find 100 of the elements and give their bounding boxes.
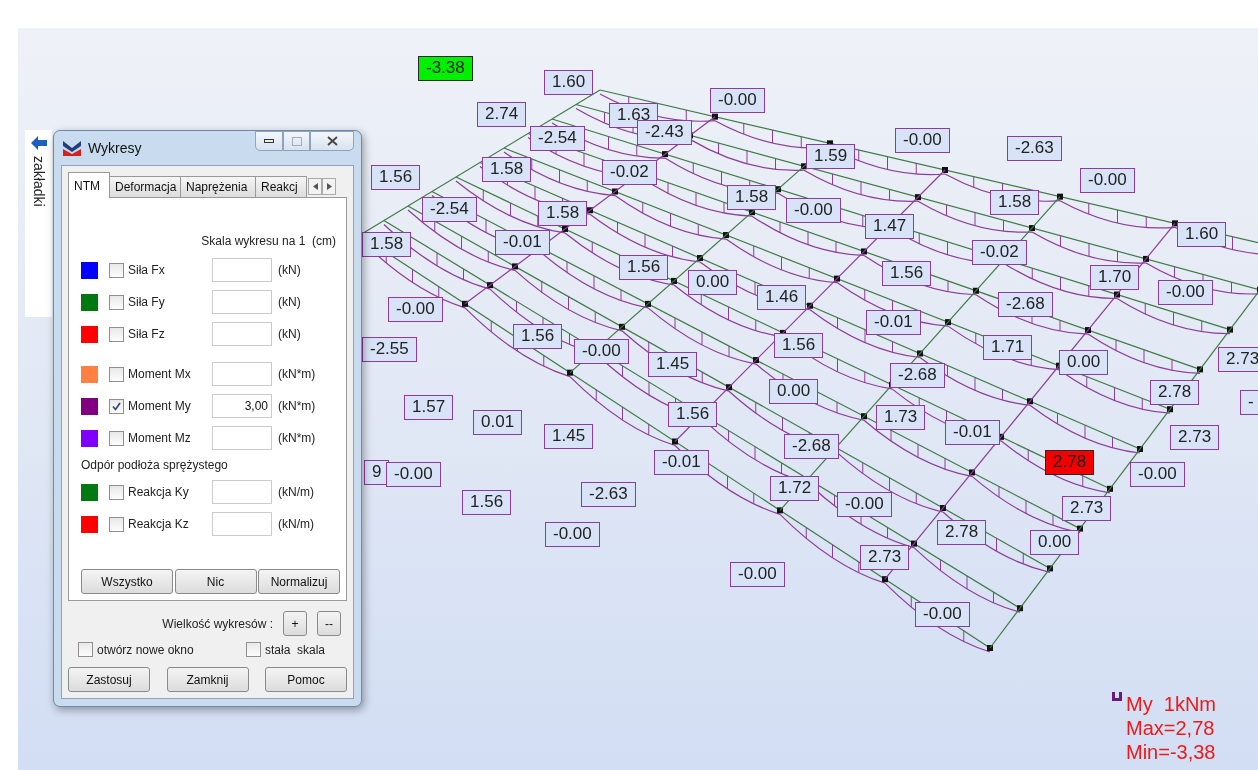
value-label: -0.01 bbox=[866, 310, 921, 335]
action-button[interactable]: Normalizuj bbox=[258, 569, 340, 594]
value-label: 2.78 bbox=[1045, 450, 1095, 475]
value-label: -0.00 bbox=[730, 562, 785, 587]
arrow-right-icon bbox=[326, 183, 332, 190]
value-label: -2.63 bbox=[581, 482, 636, 507]
scroll-right-button[interactable] bbox=[322, 178, 336, 195]
checkbox[interactable] bbox=[109, 430, 124, 446]
action-button[interactable]: Nic bbox=[174, 569, 257, 594]
value-label: -2.63 bbox=[1007, 136, 1062, 161]
scale-caption: Skala wykresu na 1 (cm) bbox=[201, 234, 336, 248]
value-label: -0.00 bbox=[786, 198, 841, 223]
checkbox[interactable] bbox=[245, 642, 261, 657]
value-label: 1.56 bbox=[462, 490, 512, 515]
value-label: -2.68 bbox=[998, 292, 1053, 317]
value-label: -0.00 bbox=[837, 492, 892, 517]
close-button[interactable] bbox=[310, 131, 354, 151]
value-label: 0.00 bbox=[688, 270, 738, 295]
checkbox-label: Moment My bbox=[128, 399, 192, 413]
checkbox[interactable] bbox=[109, 366, 124, 382]
value-label: -2.68 bbox=[890, 363, 945, 388]
unit-label: (kN) bbox=[278, 295, 301, 309]
dialog-button[interactable]: Zamknij bbox=[166, 667, 249, 692]
size-label: Wielkość wykresów : bbox=[162, 616, 273, 631]
checkbox[interactable] bbox=[109, 484, 124, 500]
checkbox[interactable] bbox=[78, 642, 93, 657]
checkbox[interactable] bbox=[109, 398, 124, 414]
value-label: -0.01 bbox=[945, 420, 1000, 445]
scale-input[interactable] bbox=[212, 322, 272, 346]
checkbox-label: Reakcja Kz bbox=[128, 517, 190, 531]
window-title: Wykresy bbox=[88, 140, 143, 156]
unit-label: (kN*m) bbox=[278, 367, 316, 381]
value-label: 0.00 bbox=[1030, 530, 1080, 555]
value-label: -0.00 bbox=[1158, 280, 1213, 305]
value-label: -2.68 bbox=[784, 434, 839, 459]
value-label: 1.56 bbox=[513, 324, 563, 349]
scale-input[interactable] bbox=[212, 362, 272, 386]
dialog-button[interactable]: Zastosuj bbox=[68, 667, 150, 692]
minimize-button[interactable] bbox=[255, 131, 283, 151]
checkbox[interactable] bbox=[109, 262, 124, 278]
value-label: -0.01 bbox=[654, 450, 709, 475]
side-tab[interactable]: zakładki bbox=[25, 130, 52, 317]
value-label: 1.58 bbox=[990, 190, 1040, 215]
value-label: -0.00 bbox=[386, 462, 441, 487]
value-label: 1.58 bbox=[482, 157, 532, 182]
value-label: 1.56 bbox=[371, 165, 421, 190]
scale-input[interactable]: 3,00 bbox=[212, 394, 272, 418]
value-label: -0.00 bbox=[574, 339, 629, 364]
value-label: 1.57 bbox=[404, 395, 454, 420]
size-button[interactable]: -- bbox=[317, 611, 341, 636]
checkbox-label: otwórz nowe okno bbox=[97, 642, 194, 657]
value-label: 1.58 bbox=[727, 185, 777, 210]
value-label: -0.00 bbox=[1080, 168, 1135, 193]
checkbox-label: stała skala bbox=[264, 642, 325, 657]
value-label: 0.01 bbox=[473, 410, 523, 435]
value-label: -0.00 bbox=[1130, 462, 1185, 487]
value-label: -0.00 bbox=[710, 88, 765, 113]
arrow-left-icon bbox=[312, 183, 318, 190]
value-label: 2.78 bbox=[937, 520, 987, 545]
value-label: 1.58 bbox=[362, 232, 412, 257]
tab[interactable]: NTM bbox=[68, 172, 110, 198]
value-label: 1.70 bbox=[1090, 265, 1140, 290]
checkbox[interactable] bbox=[109, 294, 124, 310]
value-label: -3.38 bbox=[418, 56, 473, 81]
checkbox[interactable] bbox=[109, 326, 124, 342]
scroll-left-button[interactable] bbox=[308, 178, 322, 195]
value-label: 1.45 bbox=[544, 424, 594, 449]
scale-input[interactable] bbox=[212, 290, 272, 314]
value-label: -2.54 bbox=[422, 197, 477, 222]
value-label: 1.56 bbox=[882, 261, 932, 286]
value-label: 0.00 bbox=[1059, 350, 1109, 375]
value-label: 2.78 bbox=[1150, 380, 1200, 405]
value-label: 2.73 bbox=[1218, 347, 1258, 372]
value-label: 1.56 bbox=[774, 333, 824, 358]
scale-input[interactable] bbox=[212, 480, 272, 504]
value-label: 2.73 bbox=[860, 545, 910, 570]
tab[interactable]: Reakcj bbox=[255, 176, 307, 198]
action-button[interactable]: Wszystko bbox=[81, 569, 173, 594]
legend-title: My 1kNm bbox=[1126, 692, 1216, 716]
tab[interactable]: Deformacja bbox=[109, 176, 181, 198]
scale-input[interactable] bbox=[212, 426, 272, 450]
scale-input[interactable] bbox=[212, 258, 272, 282]
value-label: 2.73 bbox=[1062, 496, 1112, 521]
value-label: 1.60 bbox=[1177, 222, 1227, 247]
maximize-icon bbox=[291, 136, 302, 146]
unit-label: (kN*m) bbox=[278, 399, 316, 413]
scale-input[interactable] bbox=[212, 512, 272, 536]
unit-label: (kN/m) bbox=[278, 485, 314, 499]
size-button[interactable]: + bbox=[283, 611, 307, 636]
checkbox-label: Moment Mz bbox=[128, 431, 192, 445]
dialog-button[interactable]: Pomoc bbox=[265, 667, 347, 692]
value-label: 1.47 bbox=[865, 214, 915, 239]
unit-label: (kN/m) bbox=[278, 517, 314, 531]
checkbox-label: Reakcja Ky bbox=[128, 485, 190, 499]
tab[interactable]: Naprężenia bbox=[180, 176, 256, 198]
checkbox[interactable] bbox=[109, 516, 124, 532]
value-label: 1.60 bbox=[544, 70, 594, 95]
value-label: 1.71 bbox=[983, 335, 1033, 360]
close-icon bbox=[326, 136, 338, 146]
value-label: 1.58 bbox=[538, 201, 588, 226]
